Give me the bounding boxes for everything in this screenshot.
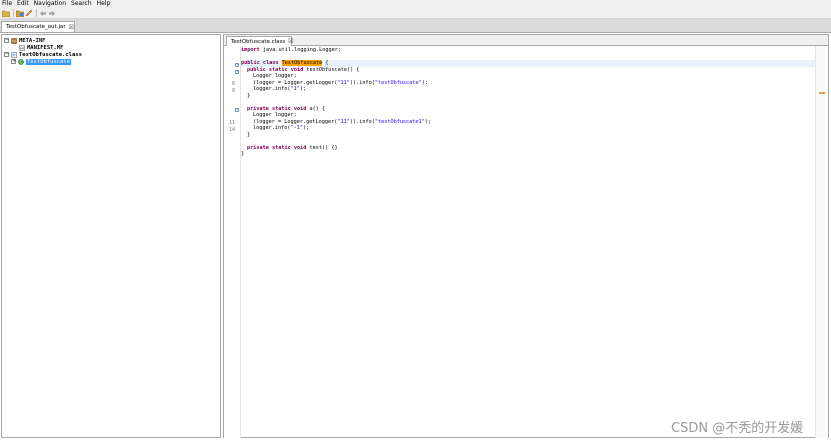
tree-item-testobfuscate-class[interactable]: − TestObfuscate.class bbox=[4, 51, 82, 58]
code-text: ); bbox=[421, 79, 428, 86]
code-string: "testObfuscate" bbox=[374, 79, 422, 86]
line-number: 6 bbox=[231, 81, 235, 87]
code-keyword: public static void bbox=[247, 66, 304, 73]
menu-file[interactable]: File bbox=[0, 0, 15, 8]
line-number: 11 bbox=[228, 120, 235, 126]
fold-collapse-icon[interactable]: − bbox=[235, 69, 239, 74]
pencil-icon bbox=[25, 9, 33, 17]
code-string: "-1" bbox=[290, 125, 303, 131]
open-folder-icon bbox=[2, 10, 10, 17]
code-string: "11" bbox=[337, 79, 350, 86]
code-text: testObfuscate() { bbox=[303, 66, 360, 73]
code-line: import java.util.logging.Logger; bbox=[241, 47, 815, 54]
tree-expand-icon[interactable]: + bbox=[11, 59, 16, 64]
forward-button[interactable] bbox=[48, 9, 56, 17]
package-explorer: − META-INF MF MANIFEST.MF − TestObfuscat… bbox=[1, 34, 221, 438]
code-text: logger.info( bbox=[253, 125, 291, 131]
line-number: 8 bbox=[231, 87, 235, 94]
occurrence-marker[interactable] bbox=[819, 92, 825, 94]
menu-search[interactable]: Search bbox=[69, 0, 95, 8]
editor-tab-strip: TestObfuscate.class ☒ bbox=[224, 35, 828, 46]
code-editor[interactable]: import java.util.logging.Logger; public … bbox=[241, 46, 815, 438]
code-text: )).info( bbox=[349, 79, 375, 86]
manifest-file-icon: MF bbox=[19, 44, 25, 51]
code-string: "11" bbox=[337, 118, 350, 125]
file-tab-strip: TestObfuscate_out.jar ☒ bbox=[0, 19, 831, 33]
code-text: )).info( bbox=[349, 118, 375, 125]
fold-collapse-icon[interactable]: − bbox=[235, 63, 239, 67]
svg-text:MF: MF bbox=[20, 46, 25, 50]
package-icon bbox=[11, 37, 17, 44]
code-line: } bbox=[247, 92, 251, 99]
tree-item-label: TestObfuscate.class bbox=[19, 51, 82, 58]
tree-collapse-icon[interactable]: − bbox=[4, 38, 9, 43]
code-text: ); bbox=[302, 125, 310, 131]
code-keyword: private static void bbox=[247, 105, 307, 112]
code-text: (logger = Logger.getLogger( bbox=[253, 79, 338, 86]
tab-close-icon[interactable]: ☒ bbox=[69, 24, 74, 31]
code-keyword: public class bbox=[241, 60, 279, 66]
code-text: (logger = Logger.getLogger( bbox=[253, 118, 338, 125]
overview-ruler[interactable] bbox=[815, 46, 828, 438]
back-button[interactable] bbox=[39, 9, 47, 17]
code-text: { bbox=[322, 60, 329, 66]
line-number-gutter: − − 6 8 − 11 14 bbox=[224, 46, 241, 438]
code-keyword: private static void bbox=[247, 144, 307, 151]
code-line: } bbox=[241, 151, 245, 157]
svg-text:C: C bbox=[20, 59, 23, 64]
tree-item-meta-inf[interactable]: − META-INF bbox=[4, 37, 46, 44]
save-button[interactable] bbox=[16, 9, 24, 17]
tree-item-label: META-INF bbox=[19, 37, 46, 44]
code-string: "1" bbox=[290, 86, 300, 92]
code-text: a() { bbox=[306, 105, 326, 112]
tree-item-manifest[interactable]: MF MANIFEST.MF bbox=[19, 44, 63, 51]
menu-edit[interactable]: Edit bbox=[15, 0, 32, 8]
open-file-button[interactable] bbox=[2, 9, 10, 17]
arrow-right-icon bbox=[49, 10, 55, 16]
watermark: CSDN @不秃的开发媛 bbox=[671, 421, 804, 436]
code-text: test() {} bbox=[306, 144, 338, 151]
tab-testobfuscate-class[interactable]: TestObfuscate.class ☒ bbox=[226, 36, 294, 46]
tree-item-label-selected: TestObfuscate bbox=[26, 58, 72, 65]
editor-panel: TestObfuscate.class ☒ − − 6 8 − 11 14 im… bbox=[223, 34, 829, 438]
menu-navigation[interactable]: Navigation bbox=[32, 0, 69, 8]
toolbar-separator bbox=[13, 9, 14, 17]
toolbar-separator bbox=[36, 9, 37, 17]
tree-item-testobfuscate[interactable]: + C TestObfuscate bbox=[11, 58, 72, 65]
menu-bar: File Edit Navigation Search Help bbox=[0, 0, 831, 8]
tree-collapse-icon[interactable]: − bbox=[4, 52, 9, 57]
highlighted-class-name: TestObfuscate bbox=[281, 60, 323, 66]
fold-collapse-icon[interactable]: − bbox=[235, 108, 239, 112]
tab-label: TestObfuscate_out.jar bbox=[6, 24, 66, 30]
code-text: ); bbox=[424, 118, 432, 125]
line-number: 14 bbox=[228, 126, 235, 133]
save-folder-icon bbox=[16, 10, 24, 17]
code-keyword: import bbox=[241, 47, 260, 53]
toolbar bbox=[0, 8, 831, 19]
code-text: java.util.logging.Logger; bbox=[259, 47, 341, 53]
tab-testobfuscate-out-jar[interactable]: TestObfuscate_out.jar ☒ bbox=[1, 21, 75, 32]
class-file-icon bbox=[11, 51, 17, 58]
arrow-left-icon bbox=[40, 10, 46, 16]
class-icon: C bbox=[18, 58, 24, 65]
code-text: logger.info( bbox=[253, 86, 291, 92]
code-text: ); bbox=[299, 86, 307, 92]
tab-label: TestObfuscate.class bbox=[231, 38, 286, 45]
tab-close-icon[interactable]: ☒ bbox=[288, 38, 293, 45]
tree-item-label: MANIFEST.MF bbox=[27, 44, 64, 51]
code-line: } bbox=[247, 131, 251, 138]
copy-button[interactable] bbox=[25, 9, 33, 17]
code-string: "testObfuscate1" bbox=[374, 118, 425, 125]
menu-help[interactable]: Help bbox=[95, 0, 114, 8]
